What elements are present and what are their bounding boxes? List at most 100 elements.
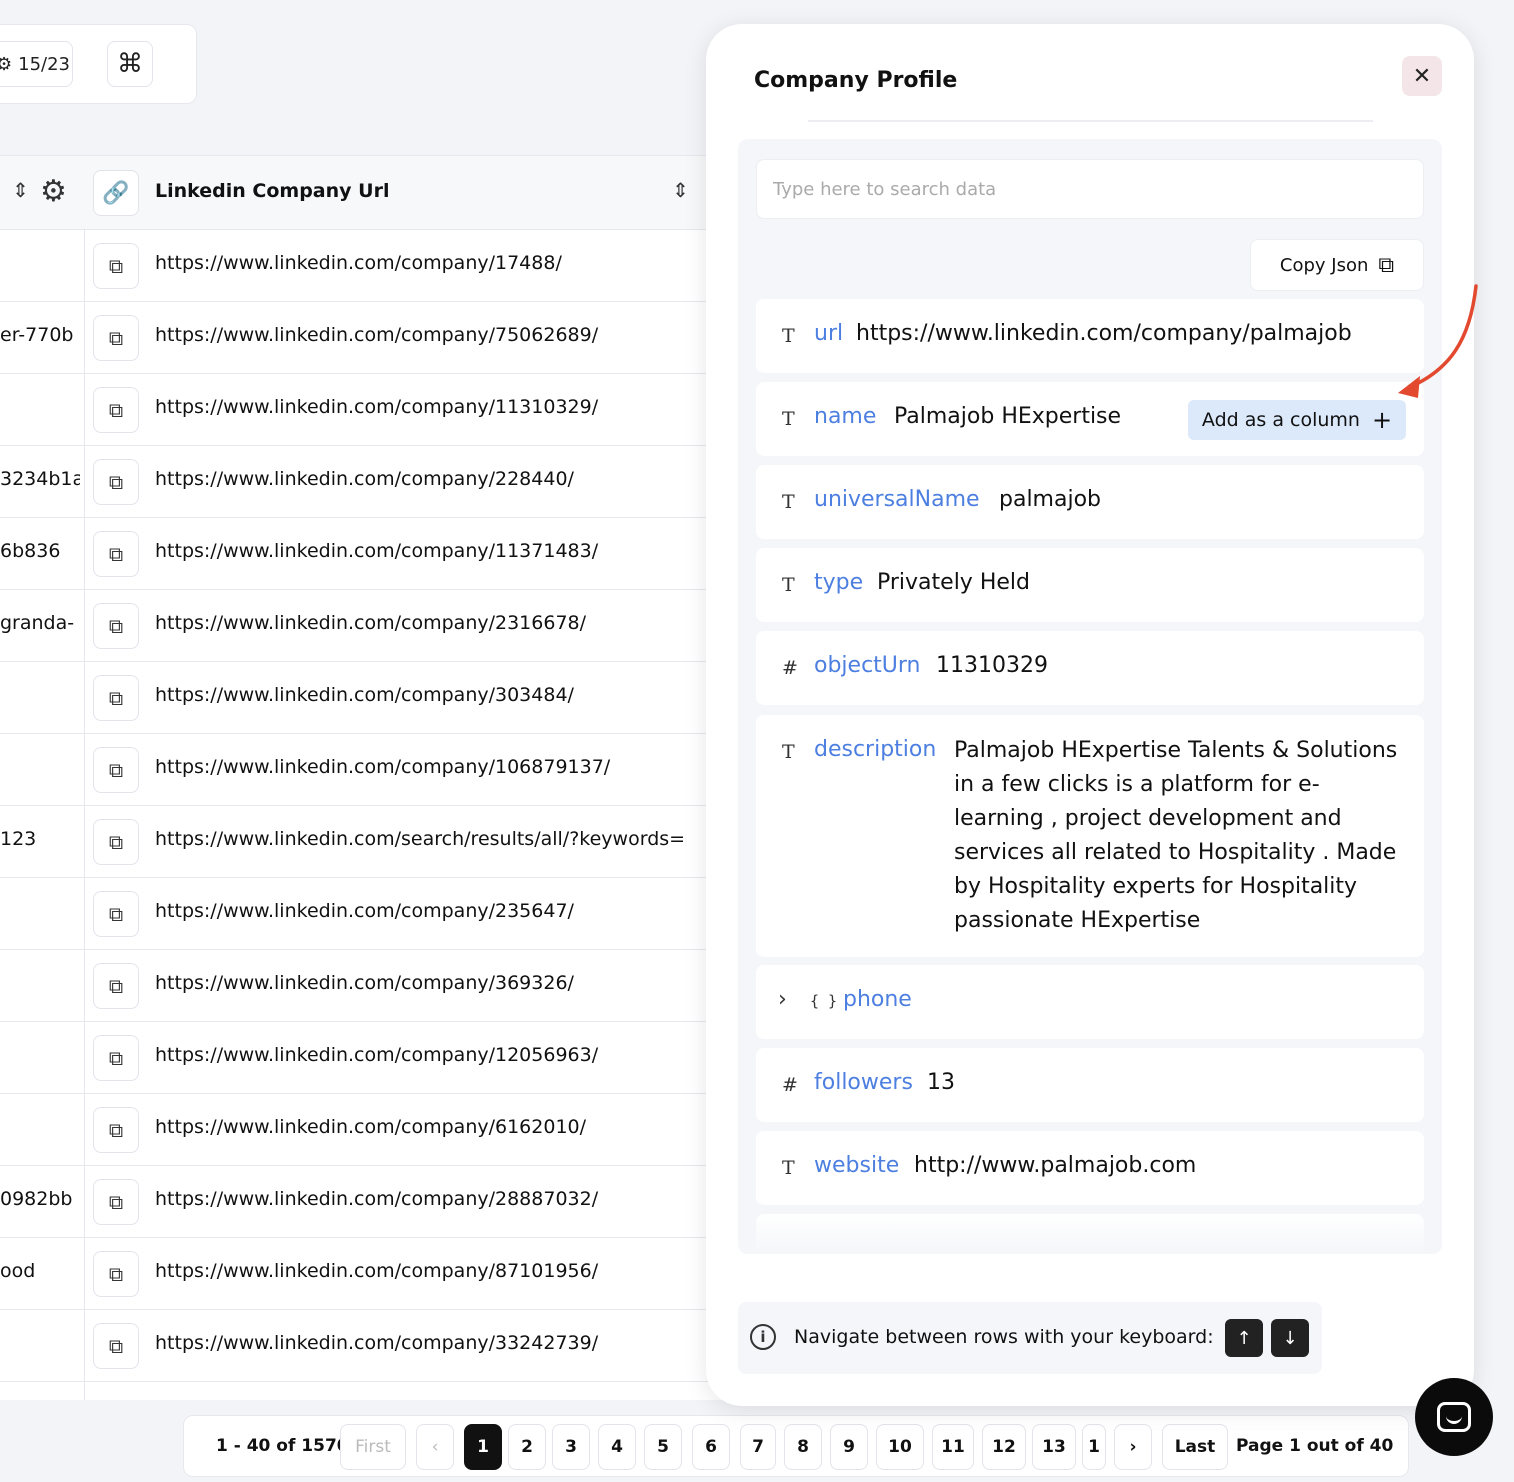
chevron-right-icon[interactable]: ›	[778, 987, 787, 1012]
cell-url[interactable]: https://www.linkedin.com/company/3324273…	[155, 1332, 598, 1354]
page-button[interactable]: 11	[932, 1424, 974, 1470]
cell-url[interactable]: https://www.linkedin.com/company/369326/	[155, 972, 574, 994]
table-row[interactable]: ⧉ https://www.linkedin.com/company/303484…	[0, 662, 760, 734]
text-type-icon: T	[782, 408, 795, 430]
page-button[interactable]: 1	[464, 1424, 502, 1470]
field-name[interactable]: T name Palmajob HExpertise Add as a colu…	[756, 382, 1424, 456]
page-button[interactable]: 7	[740, 1424, 776, 1470]
cell-url[interactable]: https://www.linkedin.com/company/2316678…	[155, 612, 586, 634]
page-button[interactable]: 4	[598, 1424, 636, 1470]
field-phone[interactable]: › { } phone	[756, 965, 1424, 1039]
copy-icon: ⧉	[1378, 252, 1395, 278]
gear-icon[interactable]: ⚙	[40, 174, 67, 209]
cell-url[interactable]: https://www.linkedin.com/company/2888703…	[155, 1188, 598, 1210]
cell-url[interactable]: https://www.linkedin.com/company/7506268…	[155, 324, 598, 346]
external-link-icon[interactable]: ⧉	[93, 1035, 139, 1081]
command-button[interactable]: ⌘	[107, 41, 153, 87]
cell-url[interactable]: https://www.linkedin.com/company/8710195…	[155, 1260, 598, 1282]
table-row[interactable]: ⧉ https://www.linkedin.com/company/17488/	[0, 230, 760, 302]
prev-page-button[interactable]: ‹	[416, 1424, 454, 1470]
external-link-icon[interactable]: ⧉	[93, 747, 139, 793]
sort-icon[interactable]: ⇕	[672, 178, 689, 202]
data-panel: Copy Json ⧉ T url https://www.linkedin.c…	[738, 139, 1442, 1254]
external-link-icon[interactable]: ⧉	[93, 243, 139, 289]
table-row[interactable]: 6b836 ⧉ https://www.linkedin.com/company/1…	[0, 518, 760, 590]
external-link-icon[interactable]: ⧉	[93, 1251, 139, 1297]
external-link-icon[interactable]: ⧉	[93, 963, 139, 1009]
chat-button[interactable]	[1415, 1378, 1493, 1456]
next-page-button[interactable]: ›	[1114, 1424, 1152, 1470]
company-profile-modal: Company Profile ✕ Copy Json ⧉ T url http…	[706, 24, 1474, 1406]
cell-url[interactable]: https://www.linkedin.com/company/1205696…	[155, 1044, 598, 1066]
page-button[interactable]: 2	[508, 1424, 546, 1470]
cell-url[interactable]: https://www.linkedin.com/company/1137148…	[155, 540, 598, 562]
table-row[interactable]: 0982bb ⧉ https://www.linkedin.com/company/…	[0, 1166, 760, 1238]
page-button[interactable]: 10	[876, 1424, 924, 1470]
external-link-icon[interactable]: ⧉	[93, 459, 139, 505]
field-objecturn[interactable]: # objectUrn 11310329	[756, 631, 1424, 705]
field-type[interactable]: T type Privately Held	[756, 548, 1424, 622]
arrow-up-key[interactable]: ↑	[1225, 1319, 1263, 1357]
field-followers[interactable]: # followers 13	[756, 1048, 1424, 1122]
sort-icon[interactable]: ⇕	[12, 178, 29, 202]
external-link-icon[interactable]: ⧉	[93, 1323, 139, 1369]
table-row[interactable]: ⧉ https://www.linkedin.com/company/616201…	[0, 1094, 760, 1166]
text-type-icon: T	[782, 1157, 795, 1179]
arrow-down-key[interactable]: ↓	[1271, 1319, 1309, 1357]
external-link-icon[interactable]: ⧉	[93, 1179, 139, 1225]
external-link-icon[interactable]: ⧉	[93, 819, 139, 865]
external-link-icon[interactable]: ⧉	[93, 891, 139, 937]
column-title[interactable]: Linkedin Company Url	[155, 180, 389, 202]
field-website[interactable]: T website http://www.palmajob.com	[756, 1131, 1424, 1205]
table-row[interactable]: er-770b ⧉ https://www.linkedin.com/company…	[0, 302, 760, 374]
cell-url[interactable]: https://www.linkedin.com/company/235647/	[155, 900, 574, 922]
text-type-icon: T	[782, 491, 795, 513]
external-link-icon[interactable]: ⧉	[93, 1107, 139, 1153]
page-button[interactable]: 12	[982, 1424, 1026, 1470]
cell-url[interactable]: https://www.linkedin.com/company/303484/	[155, 684, 574, 706]
page-button[interactable]: 3	[552, 1424, 590, 1470]
page-button[interactable]: 9	[830, 1424, 868, 1470]
page-button[interactable]: 13	[1032, 1424, 1076, 1470]
external-link-icon[interactable]: ⧉	[93, 387, 139, 433]
table-row[interactable]: ⧉ https://www.linkedin.com/company/113103…	[0, 374, 760, 446]
filter-settings-icon: ⚙	[0, 53, 13, 75]
link-icon[interactable]: 🔗	[93, 170, 139, 216]
page-button[interactable]: 8	[784, 1424, 822, 1470]
field-universalname[interactable]: T universalName palmajob	[756, 465, 1424, 539]
cell-url[interactable]: https://www.linkedin.com/company/17488/	[155, 252, 562, 274]
cell-left: er-770b	[0, 324, 74, 346]
table-row[interactable]: ⧉ https://www.linkedin.com/company/120569…	[0, 1022, 760, 1094]
last-page-button[interactable]: Last	[1162, 1424, 1228, 1470]
search-input[interactable]	[756, 159, 1424, 219]
cell-url[interactable]: https://www.linkedin.com/company/228440/	[155, 468, 574, 490]
field-url[interactable]: T url https://www.linkedin.com/company/p…	[756, 299, 1424, 373]
external-link-icon[interactable]: ⧉	[93, 603, 139, 649]
field-description[interactable]: T description Palmajob HExpertise Talent…	[756, 715, 1424, 957]
cell-url[interactable]: https://www.linkedin.com/company/6162010…	[155, 1116, 586, 1138]
table-row[interactable]: ⧉ https://www.linkedin.com/company/235647…	[0, 878, 760, 950]
table-row[interactable]: 123 ⧉ https://www.linkedin.com/search/resu…	[0, 806, 760, 878]
page-button[interactable]: 1	[1082, 1424, 1106, 1470]
page-button[interactable]: 6	[692, 1424, 730, 1470]
page-button[interactable]: 5	[644, 1424, 682, 1470]
cell-url[interactable]: https://www.linkedin.com/company/1131032…	[155, 396, 598, 418]
table-row[interactable]: ⧉ https://www.linkedin.com/company/332427…	[0, 1310, 760, 1382]
table-row[interactable]: ⧉ https://www.linkedin.com/company/106879…	[0, 734, 760, 806]
external-link-icon[interactable]: ⧉	[93, 315, 139, 361]
first-page-button[interactable]: First	[340, 1424, 406, 1470]
table-row[interactable]: ⧉ https://www.linkedin.com/company/369326…	[0, 950, 760, 1022]
cell-left: 6b836	[0, 540, 61, 562]
table-row[interactable]: 3234b1a1 ⧉ https://www.linkedin.com/compan…	[0, 446, 760, 518]
table-row[interactable]: granda- ⧉ https://www.linkedin.com/company…	[0, 590, 760, 662]
table-row[interactable]: ood ⧉ https://www.linkedin.com/company/871…	[0, 1238, 760, 1310]
external-link-icon[interactable]: ⧉	[93, 675, 139, 721]
cell-url[interactable]: https://www.linkedin.com/company/1068791…	[155, 756, 610, 778]
cell-url[interactable]: https://www.linkedin.com/search/results/…	[155, 828, 685, 850]
add-as-column-button[interactable]: Add as a column +	[1188, 400, 1406, 440]
object-type-icon: { }	[810, 992, 838, 1010]
field-key: phone	[843, 987, 912, 1012]
external-link-icon[interactable]: ⧉	[93, 531, 139, 577]
close-button[interactable]: ✕	[1402, 56, 1442, 96]
columns-count-button[interactable]: ⚙ 15/23	[0, 41, 73, 87]
